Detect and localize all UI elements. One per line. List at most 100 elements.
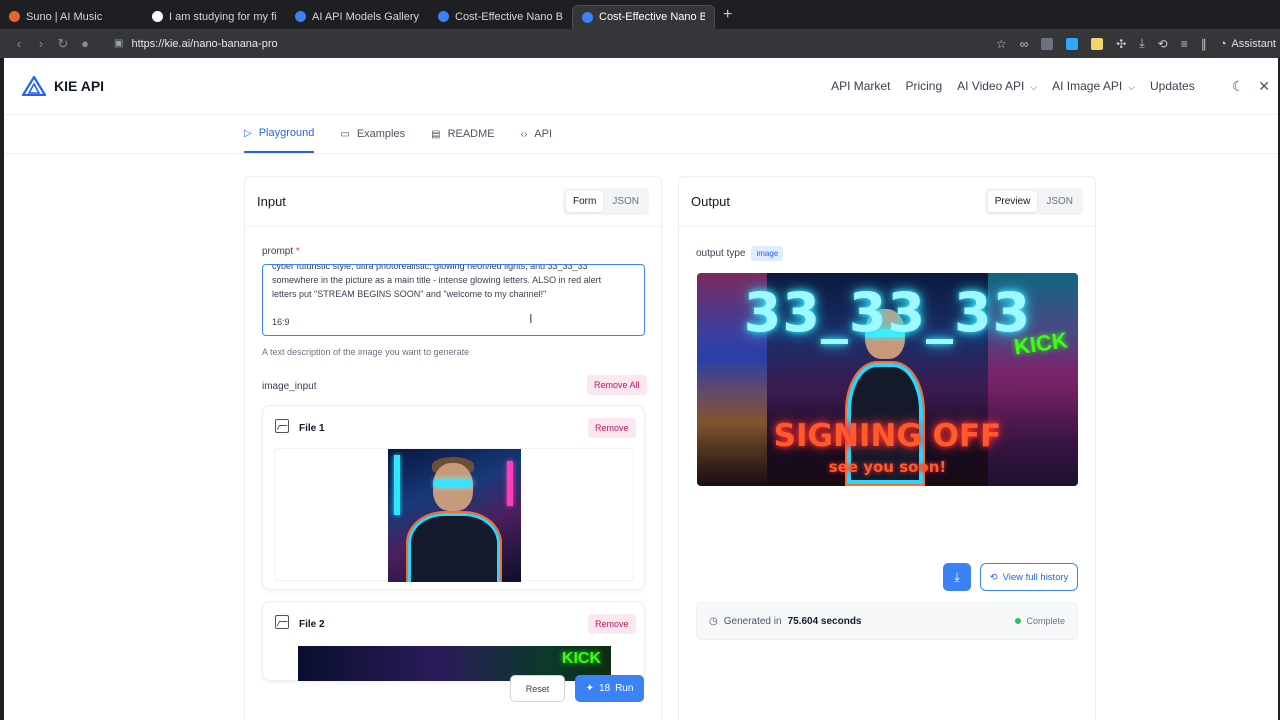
chevron-down-icon: ⌵ — [1128, 82, 1135, 92]
file-title: File 2 — [299, 619, 325, 630]
puzzle-icon[interactable]: ✣ — [1116, 37, 1126, 51]
chevron-down-icon: ⌵ — [1030, 82, 1038, 92]
kie-favicon-icon — [582, 11, 593, 23]
code-icon: ‹› — [520, 128, 528, 140]
assistant-button[interactable]: ◔ Assistant — [1220, 38, 1276, 50]
audio-icon[interactable]: ∥ — [1201, 37, 1207, 51]
extension-icon[interactable] — [1091, 37, 1104, 50]
output-type: output type image — [696, 246, 784, 261]
remove-all-button[interactable]: Remove All — [587, 375, 647, 395]
close-icon[interactable]: ✕ — [1258, 78, 1270, 95]
browser-tab[interactable]: Suno | AI Music — [0, 5, 143, 29]
tab-label: Examples — [356, 128, 406, 140]
generated-time: 75.604 seconds — [787, 615, 862, 627]
brand-name: KIE API — [54, 78, 105, 94]
preview-mode-button[interactable]: Preview — [987, 191, 1038, 212]
tab-readme[interactable]: ▤ README — [431, 115, 495, 153]
neon-light — [507, 461, 513, 506]
play-icon: ▷ — [244, 127, 252, 139]
tab-playground[interactable]: ▷ Playground — [244, 115, 315, 153]
nav-api-market[interactable]: API Market — [831, 79, 890, 93]
tab-examples[interactable]: ▭ Examples — [340, 115, 405, 153]
file-icon: ▤ — [431, 128, 441, 140]
image-soon-text: see you soon! — [828, 458, 947, 476]
person-body — [406, 511, 502, 582]
moon-icon[interactable]: ☾ — [1232, 78, 1245, 95]
assistant-label: Assistant — [1231, 37, 1276, 50]
download-icon[interactable]: ⤓ — [1139, 36, 1144, 51]
mic-icon[interactable]: ● — [74, 36, 96, 51]
download-icon: ⤓ — [954, 569, 960, 584]
prompt-textarea[interactable]: cyber futuristic style, ultra photoreali… — [262, 264, 645, 336]
input-mode-toggle: Form JSON — [562, 188, 649, 215]
run-label: Run — [615, 683, 634, 694]
json-mode-button[interactable]: JSON — [605, 191, 646, 212]
assistant-icon: ◔ — [1219, 37, 1227, 50]
nav-ai-video-api[interactable]: AI Video API ⌵ — [957, 79, 1037, 93]
tab-label: API — [534, 128, 553, 140]
history-icon[interactable]: ⟲ — [1158, 37, 1168, 51]
run-button[interactable]: ✦ 18 Run — [575, 675, 644, 702]
star-icon[interactable]: ☆ — [996, 37, 1007, 51]
form-mode-button[interactable]: Form — [565, 191, 604, 212]
neon-light — [394, 455, 400, 515]
required-marker: * — [295, 246, 300, 257]
remove-file-button[interactable]: Remove — [588, 418, 636, 438]
status-badge: Complete — [1015, 616, 1065, 626]
tab-api[interactable]: ‹› API — [521, 115, 552, 153]
nav-ai-image-api[interactable]: AI Image API ⌵ — [1052, 79, 1135, 93]
remove-file-button[interactable]: Remove — [588, 614, 636, 634]
gpt-favicon-icon — [152, 11, 163, 22]
browser-tab[interactable]: I am studying for my first year — [143, 5, 286, 29]
link-icon[interactable]: ∞ — [1020, 37, 1029, 51]
divider — [0, 153, 1280, 154]
generated-prefix: Generated in — [723, 615, 782, 627]
new-tab-icon[interactable]: + — [723, 6, 732, 24]
output-title: Output — [691, 194, 731, 209]
forward-icon[interactable]: › — [30, 36, 52, 51]
page: KIE API API Market Pricing AI Video API ⌵… — [0, 58, 1280, 720]
file-thumbnail — [388, 449, 521, 582]
nav-updates[interactable]: Updates — [1150, 79, 1195, 93]
reset-button[interactable]: Reset — [510, 675, 565, 702]
prompt-hint: A text description of the image you want… — [262, 347, 470, 357]
image-icon — [275, 419, 289, 433]
back-icon[interactable]: ‹ — [8, 36, 30, 51]
tab-title: AI API Models Gallery – Video — [312, 10, 420, 23]
nav-label: AI Video API — [957, 79, 1025, 93]
output-type-label: output type — [696, 248, 746, 259]
kie-logo-icon — [22, 76, 46, 96]
kie-favicon-icon — [295, 11, 306, 22]
brand-logo[interactable]: KIE API — [22, 76, 104, 96]
file-card: File 1 Remove — [262, 405, 645, 590]
playground-tabs: ▷ Playground ▭ Examples ▤ README ‹› API — [244, 115, 552, 153]
tab-label: README — [447, 128, 495, 140]
browser-tab[interactable]: Cost-Effective Nano Banana P — [429, 5, 572, 29]
tab-label: Playground — [258, 127, 315, 139]
image-sign-text: SIGNING OFF — [773, 418, 1002, 454]
nav-pricing[interactable]: Pricing — [905, 79, 942, 93]
view-history-button[interactable]: ⟲ View full history — [980, 563, 1078, 591]
extension-icon[interactable] — [1066, 37, 1079, 50]
download-button[interactable]: ⤓ — [943, 563, 971, 591]
browser-toolbar: ‹ › ↻ ● ▣ https://kie.ai/nano-banana-pro… — [0, 29, 1280, 58]
browser-tab-active[interactable]: Cost-Effective Nano Banana P — [572, 4, 715, 29]
output-image[interactable]: 33_33_33 KICK SIGNING OFF see you soon! — [697, 273, 1078, 486]
menu-icon[interactable]: ≡ — [1181, 37, 1188, 51]
clock-icon: ◷ — [709, 615, 718, 627]
browser-tabbar: Suno | AI Music I am studying for my fir… — [0, 0, 1280, 29]
nav-label: AI Image API — [1052, 79, 1123, 93]
output-panel: Output Preview JSON output type image 33… — [678, 176, 1096, 720]
output-type-badge: image — [751, 246, 784, 261]
suno-favicon-icon — [9, 11, 20, 22]
window-edge — [0, 58, 4, 720]
reload-icon[interactable]: ↻ — [52, 36, 74, 52]
image-input-label: image_input — [262, 381, 317, 392]
output-panel-header: Output Preview JSON — [679, 177, 1095, 227]
browser-tab[interactable]: AI API Models Gallery – Video — [286, 5, 429, 29]
extension-icon[interactable] — [1041, 37, 1054, 50]
json-mode-button[interactable]: JSON — [1039, 191, 1080, 212]
main-nav: API Market Pricing AI Video API ⌵ AI Imag… — [831, 78, 1270, 95]
address-bar[interactable]: ▣ https://kie.ai/nano-banana-pro — [114, 38, 278, 50]
prompt-label-text: prompt — [262, 246, 294, 257]
